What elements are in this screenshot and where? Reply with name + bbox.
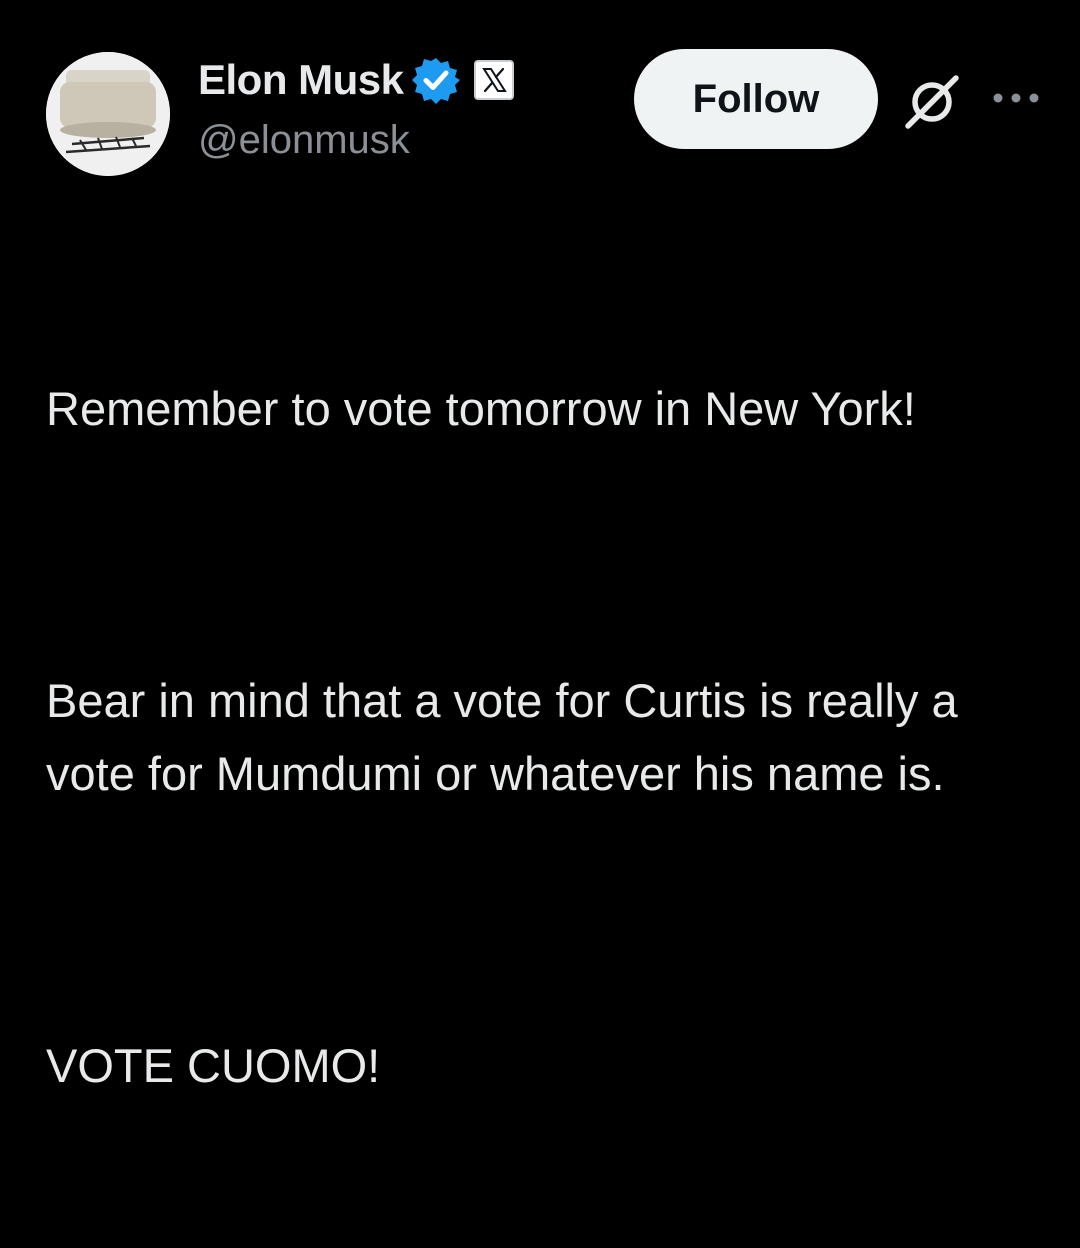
avatar-image — [46, 52, 170, 176]
tweet-paragraph: Bear in mind that a vote for Curtis is r… — [46, 674, 971, 800]
author-name-row: Elon Musk — [198, 54, 514, 106]
verified-badge-icon[interactable] — [411, 56, 460, 104]
grok-icon[interactable] — [902, 72, 962, 132]
author-handle[interactable]: @elonmusk — [198, 118, 410, 163]
x-logo-icon[interactable] — [473, 60, 514, 100]
tweet-text: Remember to vote tomorrow in New York! B… — [46, 226, 1046, 1248]
tweet-paragraph: VOTE CUOMO! — [46, 1039, 381, 1092]
tweet: Elon Musk @elonmusk Follow Remember to v… — [0, 0, 1080, 1092]
follow-button[interactable]: Follow — [634, 49, 878, 149]
tweet-paragraph: Remember to vote tomorrow in New York! — [46, 382, 916, 435]
avatar[interactable] — [46, 52, 170, 176]
display-name[interactable]: Elon Musk — [198, 56, 404, 104]
more-options-icon[interactable] — [990, 84, 1046, 112]
